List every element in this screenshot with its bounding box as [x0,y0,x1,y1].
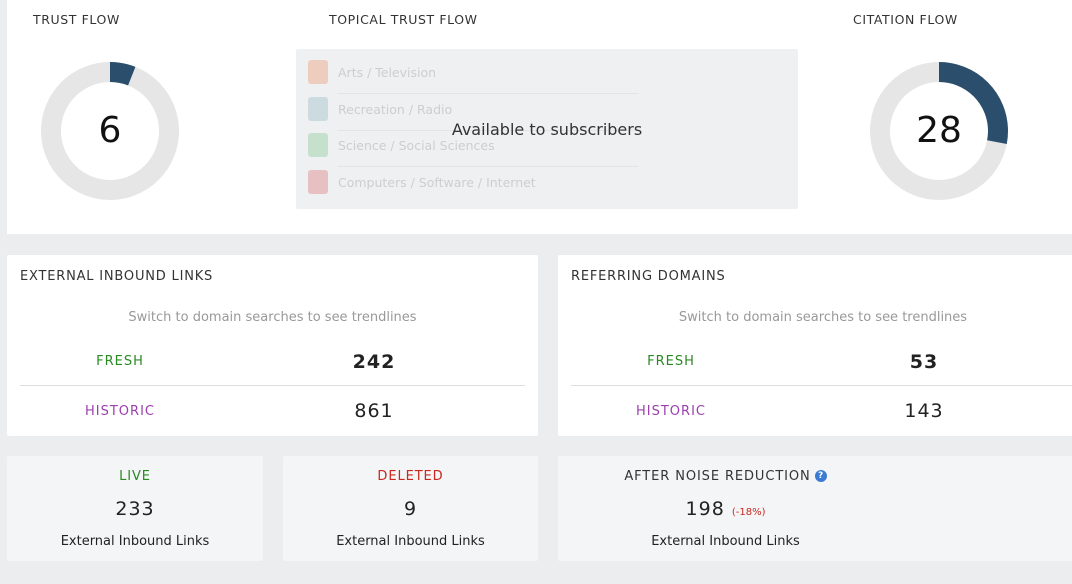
flow-metrics-panel: TRUST FLOW 6 TOPICAL TRUST FLOW Arts / T… [7,0,1072,234]
live-value[interactable]: 233 [7,498,263,520]
subscriber-overlay-message[interactable]: Available to subscribers [296,49,798,209]
external-inbound-links-title: EXTERNAL INBOUND LINKS [20,269,214,284]
deleted-label: DELETED [377,469,444,484]
live-label: LIVE [119,469,151,484]
citation-flow-donut[interactable]: 28 [869,61,1009,201]
citation-flow-title: CITATION FLOW [853,12,958,27]
deleted-links-card: DELETED 9 External Inbound Links [283,456,538,561]
fresh-value[interactable]: 242 [274,351,474,373]
after-noise-value-row: 198 (-18%) [558,498,893,520]
after-noise-delta: (-18%) [731,507,766,518]
external-inbound-links-card: EXTERNAL INBOUND LINKS Switch to domain … [7,255,538,436]
trust-flow-title: TRUST FLOW [33,12,120,27]
trendline-hint: Switch to domain searches to see trendli… [678,310,968,325]
trust-flow-donut[interactable]: 6 [40,61,180,201]
trust-flow-value: 6 [98,110,122,151]
historic-label: HISTORIC [636,404,706,419]
fresh-label: FRESH [96,354,144,369]
referring-domains-title: REFERRING DOMAINS [571,269,726,284]
trendline-hint: Switch to domain searches to see trendli… [128,310,417,325]
historic-value[interactable]: 861 [274,400,474,422]
historic-label: HISTORIC [85,404,155,419]
historic-value[interactable]: 143 [824,400,1024,422]
fresh-value[interactable]: 53 [824,351,1024,373]
referring-domains-card: REFERRING DOMAINS Switch to domain searc… [558,255,1072,436]
after-noise-caption: External Inbound Links [651,534,800,549]
deleted-value[interactable]: 9 [283,498,538,520]
live-links-card: LIVE 233 External Inbound Links [7,456,263,561]
fresh-label: FRESH [647,354,695,369]
citation-flow-value: 28 [916,110,962,151]
live-caption: External Inbound Links [60,534,210,549]
deleted-caption: External Inbound Links [336,534,485,549]
after-noise-value[interactable]: 198 [686,498,725,520]
row-divider [20,385,525,386]
topical-trust-flow-title: TOPICAL TRUST FLOW [329,12,478,27]
question-circle-icon[interactable]: ? [814,470,827,482]
after-noise-reduction-card: AFTER NOISE REDUCTION? 198 (-18%) Extern… [558,456,1072,561]
row-divider [571,385,1072,386]
after-noise-label: AFTER NOISE REDUCTION [624,469,811,484]
topical-trust-flow-box: Arts / Television Recreation / Radio Sci… [296,49,798,209]
after-noise-label-row: AFTER NOISE REDUCTION? [558,469,893,484]
